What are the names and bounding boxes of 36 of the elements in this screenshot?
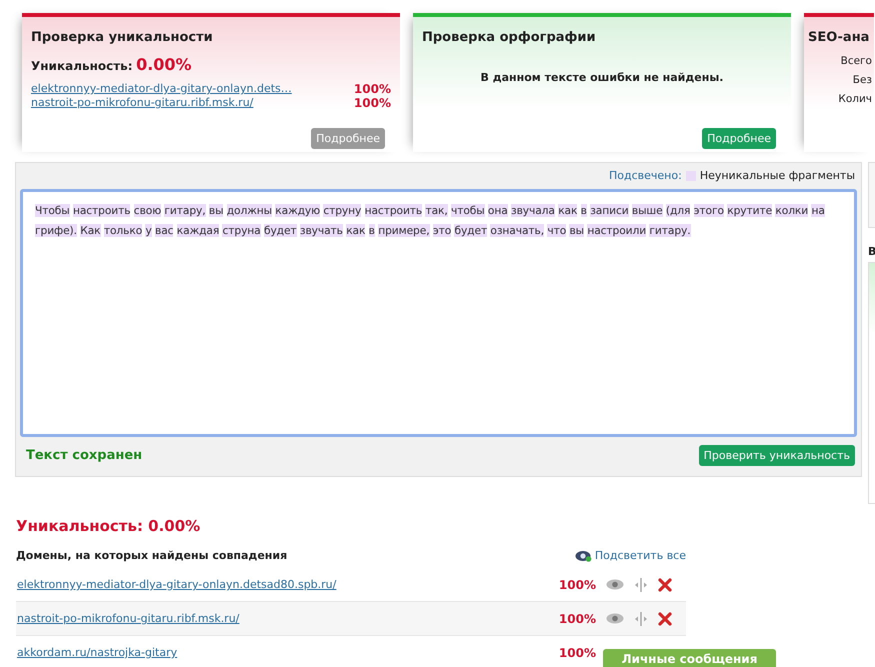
split-icon[interactable] xyxy=(634,578,648,592)
eye-icon xyxy=(574,550,592,562)
eye-icon[interactable] xyxy=(606,613,624,624)
domain-link[interactable]: elektronnyy-mediator-dlya-gitary-onlayn.dets… xyxy=(31,82,292,96)
checked-text: Чтобы настроить свою гитару, вы должны каждую струну настроить так, чтобы она звучала как в записи выше (для этого крутите колки на грифе). Как только у вас каждая струна будет звучать как в примере, это будет означать, что вы настроили гитару. xyxy=(35,203,826,239)
legend-label: Подсвечено: xyxy=(609,169,682,182)
seo-stat-label: Без xyxy=(852,74,872,86)
domain-link[interactable]: nastroit-po-mikrofonu-gitaru.ribf.msk.ru/ xyxy=(31,96,254,110)
split-icon[interactable] xyxy=(634,612,648,626)
seo-stat-label: Колич xyxy=(837,93,872,105)
seo-stat-label: Всего xyxy=(840,55,872,67)
eye-icon[interactable] xyxy=(606,579,624,590)
check-uniqueness-button[interactable]: Проверить уникальность xyxy=(698,445,855,466)
domains-header: Домены, на которых найдены совпадения xyxy=(16,549,288,562)
delete-icon[interactable] xyxy=(658,578,672,592)
text-editor[interactable] xyxy=(20,189,857,437)
uniqueness-value: 0.00% xyxy=(136,55,192,74)
highlight-all-link[interactable]: Подсветить все xyxy=(594,549,686,562)
spelling-message: В данном тексте ошибки не найдены. xyxy=(480,71,724,84)
match-percent: 100% xyxy=(354,82,391,96)
details-button[interactable]: Подробнее xyxy=(702,128,776,149)
match-percent: 100% xyxy=(558,646,596,660)
card-title: SEO-ана xyxy=(808,30,870,45)
legend-text: Неуникальные фрагменты xyxy=(700,169,855,182)
domain-link[interactable]: akkordam.ru/nastrojka-gitary xyxy=(17,646,559,659)
uniqueness-result: Уникальность: 0.00% xyxy=(16,517,202,535)
domain-link[interactable]: nastroit-po-mikrofonu-gitaru.ribf.msk.ru/ xyxy=(17,612,559,625)
domain-link[interactable]: elektronnyy-mediator-dlya-gitary-onlayn.detsad80.spb.ru/ xyxy=(17,578,559,591)
match-percent: 100% xyxy=(558,612,596,626)
delete-icon[interactable] xyxy=(658,612,672,626)
match-percent: 100% xyxy=(558,578,596,592)
card-title: Проверка уникальности xyxy=(31,30,214,45)
match-percent: 100% xyxy=(354,96,391,110)
uniqueness-label: Уникальность: xyxy=(31,59,133,73)
card-title: Проверка орфографии xyxy=(422,30,597,45)
save-status: Текст сохранен xyxy=(26,448,142,463)
